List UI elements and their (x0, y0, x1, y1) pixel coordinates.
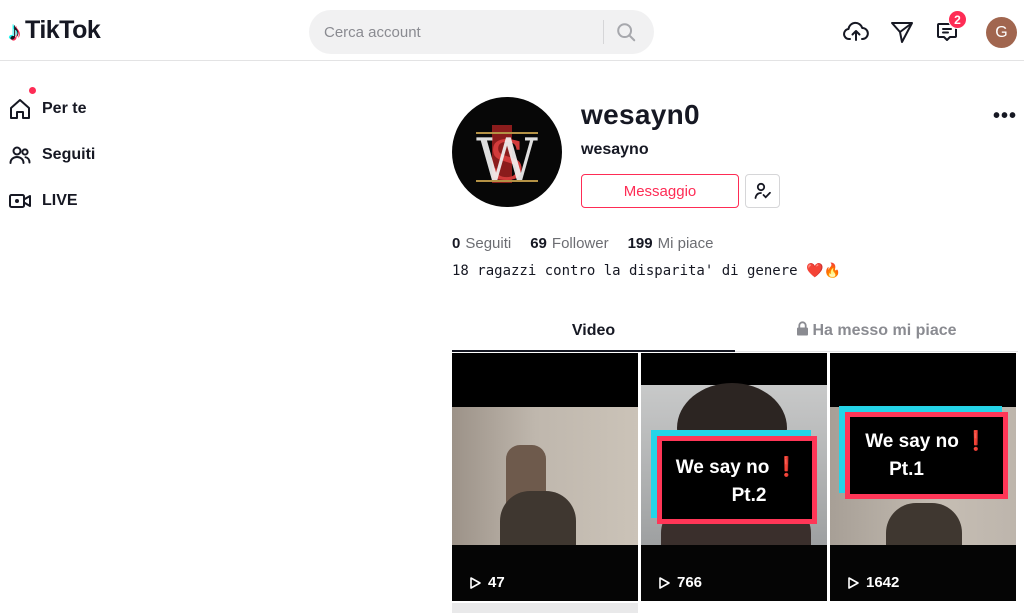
profile-avatar[interactable]: S W (452, 97, 562, 207)
lock-icon (797, 321, 809, 336)
view-count: 47 (468, 574, 505, 591)
tab-liked-label: Ha messo mi piace (812, 322, 957, 339)
sidebar-item-live[interactable]: LIVE (8, 178, 95, 224)
brand-name: TikTok (25, 16, 101, 44)
profile-username: wesayn0 (581, 99, 700, 130)
play-icon (470, 576, 481, 589)
sidebar-item-label: Seguiti (42, 146, 96, 163)
inbox-badge: 2 (948, 10, 967, 29)
play-icon (659, 576, 670, 589)
message-button[interactable]: Messaggio (581, 174, 739, 208)
people-icon (9, 146, 31, 164)
video-title-card: We say no ❗ Pt.1 (845, 412, 1008, 499)
tab-liked[interactable]: Ha messo mi piace (735, 316, 1018, 352)
stat-following[interactable]: 0 Seguiti (452, 235, 511, 252)
sidebar-item-label: Per te (42, 100, 87, 117)
next-row-thumbnail-edge (452, 603, 638, 613)
profile-bio: 18 ragazzi contro la disparita' di gener… (452, 263, 841, 279)
profile-nickname: wesayno (581, 141, 649, 158)
sidebar: Per te Seguiti LIVE (8, 86, 95, 224)
top-bar: ♪ TikTok 2 G (0, 0, 1024, 61)
tiktok-note-icon: ♪ (8, 15, 21, 46)
video-thumbnail[interactable]: We say no ❗ Pt.2 766 (641, 353, 827, 601)
notification-dot (29, 87, 36, 94)
stat-followers[interactable]: 69 Follower (530, 235, 608, 252)
svg-text:W: W (476, 126, 538, 196)
profile-stats: 0 Seguiti 69 Follower 199 Mi piace (452, 235, 713, 252)
home-icon (10, 99, 30, 119)
video-title-card: We say no ❗ Pt.2 (657, 436, 817, 524)
view-count: 766 (657, 574, 702, 591)
sidebar-item-label: LIVE (42, 192, 78, 209)
play-icon (848, 576, 859, 589)
send-message-icon[interactable] (889, 19, 915, 45)
live-video-icon (9, 194, 31, 208)
more-options-icon[interactable]: ••• (993, 106, 1017, 126)
profile-tabs: Video Ha messo mi piace (452, 316, 1018, 352)
video-thumbnail[interactable]: We say no ❗ Pt.1 1642 (830, 353, 1016, 601)
user-avatar[interactable]: G (986, 17, 1017, 48)
sidebar-item-per-te[interactable]: Per te (8, 86, 95, 132)
search-input[interactable] (324, 23, 604, 41)
add-user-icon (754, 182, 771, 199)
tiktok-logo[interactable]: ♪ TikTok (8, 15, 101, 46)
stat-likes: 199 Mi piace (627, 235, 714, 252)
search-bar (309, 10, 654, 54)
wesayno-logo-icon: S W (476, 125, 538, 196)
view-count: 1642 (846, 574, 899, 591)
search-icon[interactable] (615, 21, 637, 43)
search-divider (603, 20, 604, 44)
sidebar-item-seguiti[interactable]: Seguiti (8, 132, 95, 178)
video-thumbnail[interactable]: 47 (452, 353, 638, 601)
upload-cloud-icon[interactable] (843, 19, 869, 45)
follow-user-button[interactable] (745, 174, 780, 208)
video-grid: 47 We say no ❗ Pt.2 766 We say no ❗ Pt.1… (452, 353, 1018, 601)
tab-video[interactable]: Video (452, 316, 735, 352)
